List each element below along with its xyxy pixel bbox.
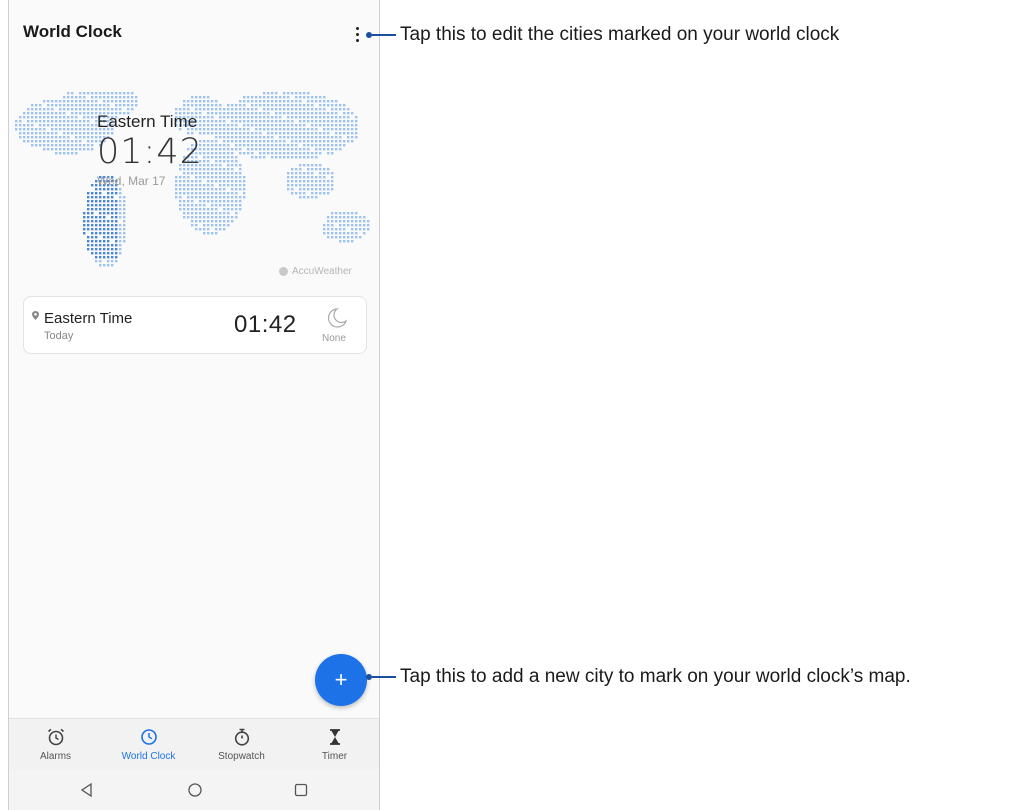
add-icon: + (334, 667, 348, 692)
tab-world-clock[interactable]: World Clock (102, 719, 195, 771)
phone-screen: World Clock Eastern Time 01:42 Wed, Mar … (8, 0, 380, 810)
dotted-world-map (15, 92, 370, 267)
more-options-button[interactable] (347, 22, 367, 46)
hourglass-icon (329, 729, 340, 745)
moon-icon (327, 308, 348, 328)
tab-label: Alarms (39, 751, 72, 762)
alarm-icon (47, 728, 64, 746)
clock-time: 01:42 (234, 311, 297, 338)
weather-label: None (322, 333, 346, 344)
back-icon[interactable] (77, 780, 97, 800)
add-city-button[interactable]: + (315, 654, 367, 706)
location-pin-icon (32, 311, 39, 320)
system-nav-bar (9, 770, 379, 810)
callout-line (372, 34, 396, 36)
weather-credit: AccuWeather (279, 266, 352, 277)
tab-stopwatch[interactable]: Stopwatch (195, 719, 288, 771)
map-date: Wed, Mar 17 (97, 174, 166, 188)
more-vert-icon (355, 26, 359, 30)
callout-line (372, 676, 396, 678)
credit-text: AccuWeather (292, 266, 352, 277)
clock-city: Eastern Time (44, 310, 133, 327)
stopwatch-icon (234, 728, 249, 746)
menu-callout: Tap this to edit the cities marked on yo… (366, 24, 839, 46)
recents-icon[interactable] (291, 780, 311, 800)
map-city-label: Eastern Time (97, 112, 198, 131)
world-map (9, 70, 379, 280)
page-title: World Clock (23, 22, 122, 41)
add-callout: Tap this to add a new city to mark on yo… (366, 666, 911, 688)
menu-callout-text: Tap this to edit the cities marked on yo… (400, 24, 840, 45)
tab-timer[interactable]: Timer (288, 719, 379, 771)
app-bar: World Clock (9, 0, 379, 64)
accuweather-logo-icon (279, 267, 288, 276)
map-time: 01:42 (97, 132, 203, 172)
tab-label: Stopwatch (218, 751, 265, 762)
add-callout-text: Tap this to add a new city to mark on yo… (400, 666, 911, 687)
clock-day: Today (44, 330, 74, 342)
bottom-tab-bar: Alarms World Clock Stopwatch Timer (9, 718, 379, 771)
tab-label: Timer (321, 751, 348, 762)
home-icon[interactable] (185, 780, 205, 800)
clock-list-item[interactable]: Eastern Time Today 01:42 None (23, 296, 367, 354)
clock-icon (140, 729, 157, 745)
tab-label: World Clock (121, 751, 176, 762)
tab-alarms[interactable]: Alarms (9, 719, 102, 771)
